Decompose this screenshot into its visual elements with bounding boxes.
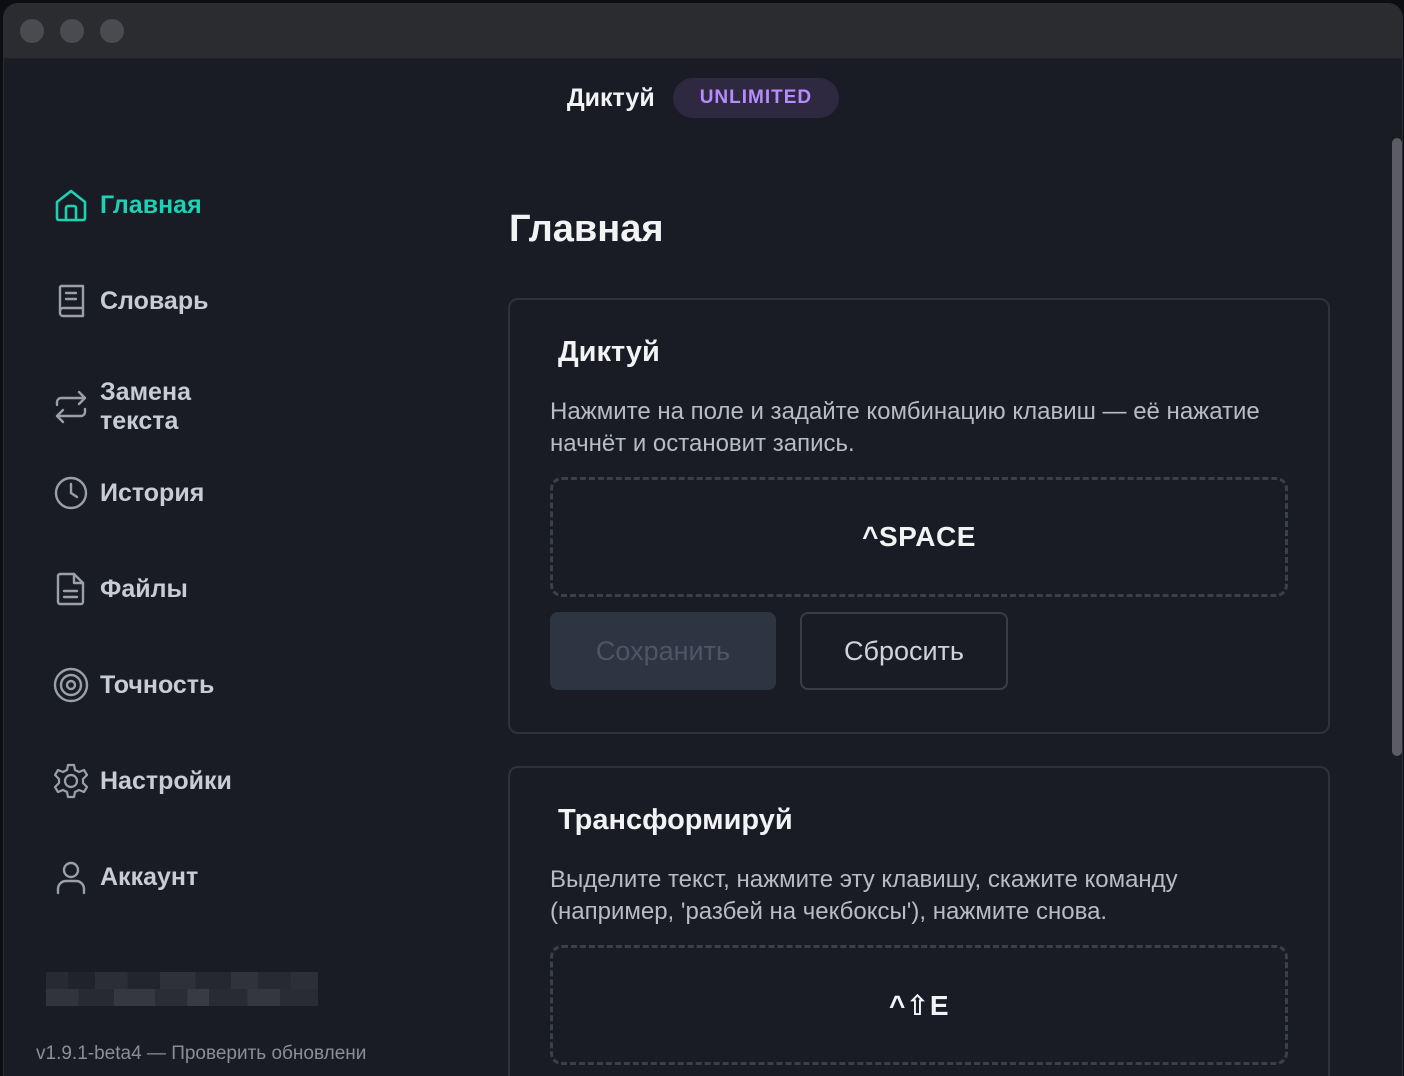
file-icon: [52, 570, 90, 608]
version-check-link[interactable]: v1.9.1-beta4 — Проверить обновлени: [36, 1043, 416, 1065]
book-icon: [52, 282, 90, 320]
sidebar-item-label: Настройки: [100, 766, 232, 795]
clock-icon: [52, 474, 90, 512]
sidebar-item-text-replace[interactable]: Замена текста: [52, 378, 191, 436]
minimize-window-button[interactable]: [60, 19, 84, 43]
transform-card: Трансформируй Выделите текст, нажмите эт…: [508, 766, 1330, 1076]
redacted-account-info: [46, 972, 318, 1006]
save-button[interactable]: Сохранить: [550, 612, 776, 690]
user-icon: [52, 858, 90, 896]
sidebar-item-label: Словарь: [100, 286, 209, 315]
app-window: Диктуй UNLIMITED Главная Словарь Замена …: [4, 4, 1402, 1076]
card-description: Выделите текст, нажмите эту клавишу, ска…: [550, 866, 1178, 925]
swap-arrows-icon: [52, 388, 90, 426]
hotkey-field[interactable]: ^SPACE: [550, 477, 1288, 597]
zoom-window-button[interactable]: [100, 19, 124, 43]
page-title: Главная: [509, 208, 664, 250]
gear-icon: [52, 762, 90, 800]
app-header: Диктуй UNLIMITED: [4, 78, 1402, 118]
sidebar-item-label: Замена текста: [100, 378, 191, 435]
home-icon: [52, 186, 90, 224]
hotkey-field[interactable]: ^⇧E: [550, 945, 1288, 1065]
sidebar-item-dictionary[interactable]: Словарь: [52, 282, 208, 320]
app-title: Диктуй: [566, 83, 655, 112]
sidebar-item-history[interactable]: История: [52, 474, 204, 512]
sidebar-item-label: Точность: [100, 670, 215, 699]
sidebar-item-label: Аккаунт: [100, 862, 199, 891]
title-bar: [4, 4, 1402, 59]
sidebar-item-home[interactable]: Главная: [52, 186, 202, 224]
plan-badge: UNLIMITED: [672, 78, 840, 118]
card-title: Трансформируй: [558, 804, 793, 836]
card-description: Нажмите на поле и задайте комбинацию кла…: [550, 398, 1260, 457]
sidebar-item-label: Файлы: [100, 574, 188, 603]
sidebar-item-label: Главная: [100, 190, 202, 219]
reset-button[interactable]: Сбросить: [800, 612, 1008, 690]
target-icon: [52, 666, 90, 704]
card-title: Диктуй: [558, 336, 660, 368]
sidebar-item-account[interactable]: Аккаунт: [52, 858, 198, 896]
sidebar-item-label: История: [100, 478, 205, 507]
sidebar-item-settings[interactable]: Настройки: [52, 762, 232, 800]
scrollbar[interactable]: [1392, 138, 1402, 756]
sidebar-item-files[interactable]: Файлы: [52, 570, 188, 608]
close-window-button[interactable]: [20, 19, 44, 43]
dictate-card: Диктуй Нажмите на поле и задайте комбина…: [508, 298, 1330, 734]
sidebar-item-accuracy[interactable]: Точность: [52, 666, 214, 704]
